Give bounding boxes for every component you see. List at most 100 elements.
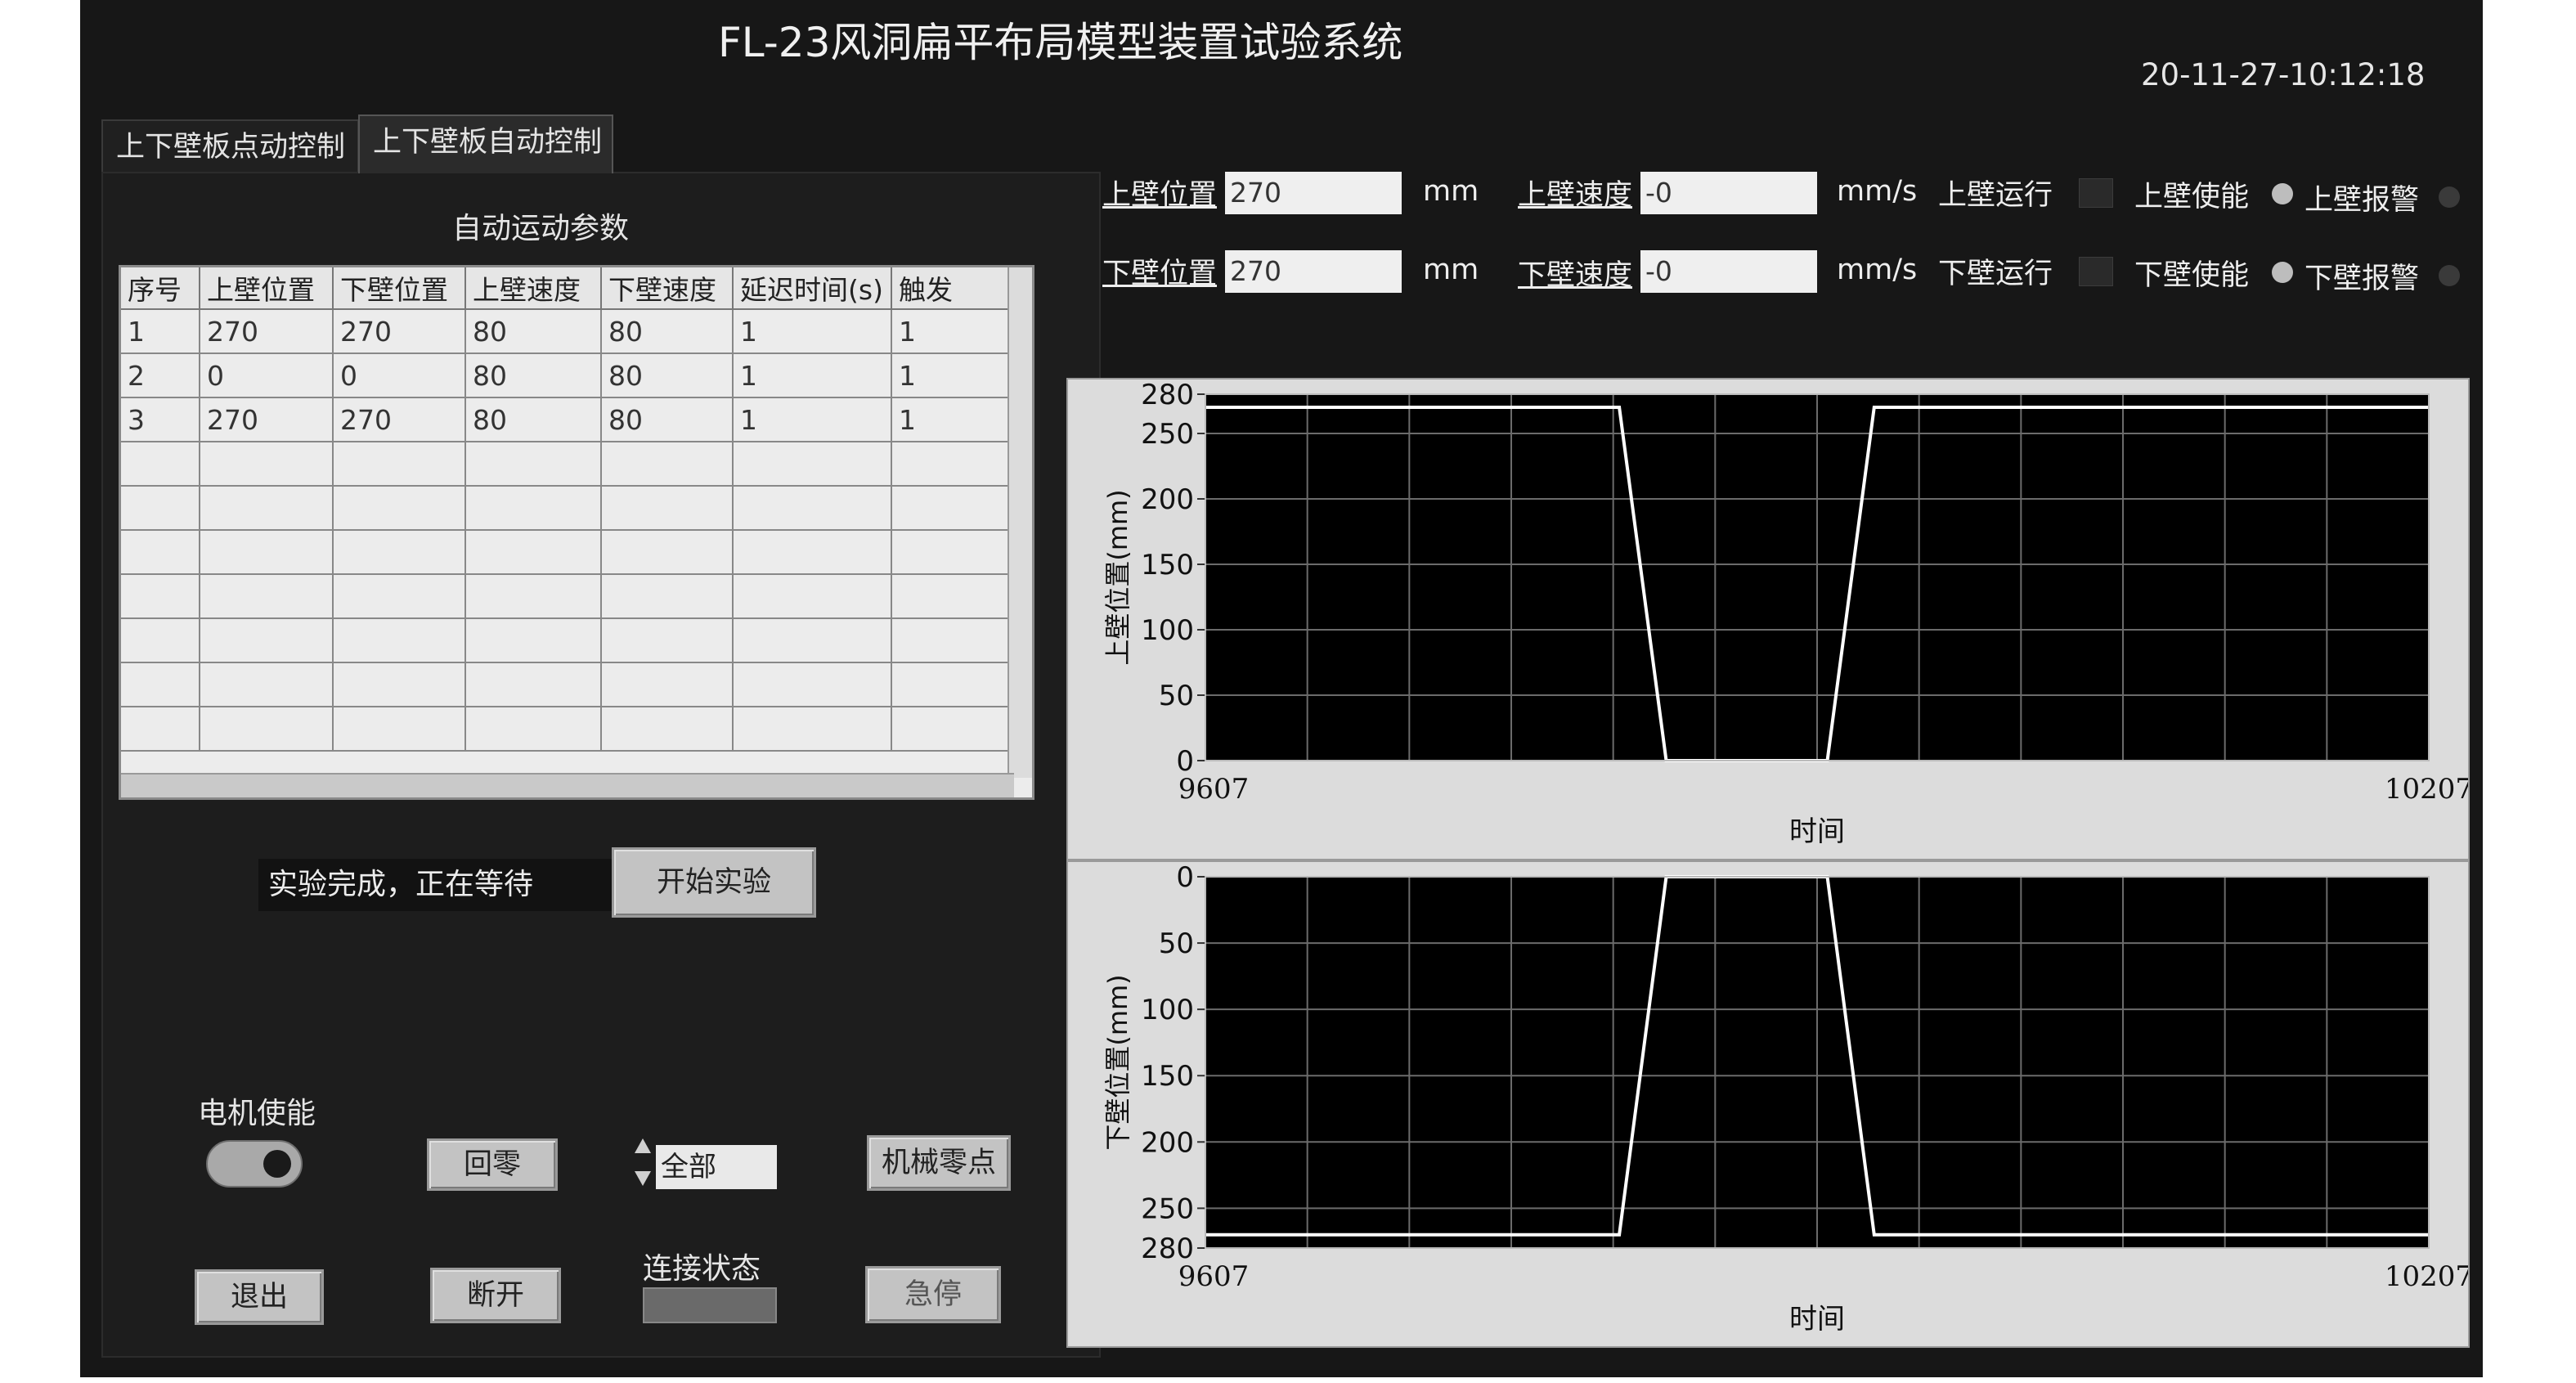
- disconnect-button[interactable]: 断开: [430, 1268, 561, 1323]
- home-button[interactable]: 回零: [427, 1138, 558, 1191]
- table-row[interactable]: [121, 662, 1015, 707]
- motor-enable-toggle[interactable]: [206, 1140, 303, 1188]
- table-row[interactable]: [121, 442, 1015, 487]
- upper-enable-label: 上壁使能: [2134, 181, 2250, 213]
- x-tick-label: 9607: [1178, 773, 1250, 806]
- auto-params-title: 自动运动参数: [452, 212, 630, 245]
- upper-pos-value: 270: [1225, 172, 1402, 214]
- axis-select[interactable]: 全部: [656, 1145, 777, 1189]
- exit-button[interactable]: 退出: [195, 1269, 324, 1325]
- table-cell[interactable]: 1: [733, 309, 892, 354]
- y-tick-label: 100: [1141, 614, 1194, 647]
- y-tick-label: 250: [1141, 1192, 1194, 1225]
- lower-speed-value: -0: [1640, 250, 1817, 293]
- upper-speed-unit: mm/s: [1837, 175, 1918, 208]
- upper-alarm-led: [2439, 186, 2460, 208]
- arrow-up-icon[interactable]: [635, 1138, 651, 1153]
- lower-speed-label: 下壁速度: [1518, 259, 1633, 292]
- table-cell[interactable]: 0: [333, 353, 466, 398]
- table-vertical-scrollbar[interactable]: [1008, 267, 1032, 778]
- table-cell[interactable]: 1: [121, 309, 200, 354]
- x-axis-label: 时间: [1789, 1303, 1845, 1336]
- axis-select-stepper[interactable]: [633, 1138, 651, 1192]
- x-tick-label: 10207: [2385, 773, 2468, 806]
- table-row[interactable]: 1 270 270 80 80 1 1: [121, 309, 1015, 354]
- lower-alarm-label: 下壁报警: [2304, 263, 2420, 295]
- table-cell[interactable]: 270: [200, 309, 334, 354]
- table-cell[interactable]: 1: [891, 309, 1015, 354]
- table-cell[interactable]: 270: [333, 309, 466, 354]
- app-screen: FL-23风洞扁平布局模型装置试验系统 20-11-27-10:12:18 上下…: [80, 0, 2483, 1377]
- table-row[interactable]: [121, 707, 1015, 752]
- table-row[interactable]: [121, 618, 1015, 663]
- y-tick-label: 150: [1141, 549, 1194, 581]
- table-row[interactable]: [121, 530, 1015, 575]
- lower-pos-value: 270: [1225, 250, 1402, 293]
- y-tick-label: 200: [1141, 1126, 1194, 1159]
- y-axis-label: 下壁位置(mm): [1102, 974, 1133, 1150]
- window-title: FL-23风洞扁平布局模型装置试验系统: [718, 19, 1403, 66]
- upper-run-led: [2079, 178, 2113, 208]
- lower-run-led: [2079, 257, 2113, 286]
- emergency-stop-button[interactable]: 急停: [865, 1266, 1001, 1323]
- table-cell[interactable]: 80: [465, 397, 602, 442]
- upper-speed-label: 上壁速度: [1518, 179, 1633, 212]
- chart-svg: 0501001502002502809607 10207时间上壁位置(mm): [1102, 379, 2468, 848]
- lower-position-chart: 280 250 200 150 100 50 0 9607 10207 时间 下壁位置(mm): [1066, 860, 2470, 1348]
- y-tick-label: 200: [1141, 483, 1194, 516]
- tab-auto-control[interactable]: 上下壁板自动控制: [358, 115, 613, 173]
- table-row[interactable]: [121, 574, 1015, 619]
- table-cell[interactable]: 3: [121, 397, 200, 442]
- column-header: 上壁位置: [200, 267, 334, 310]
- table-cell[interactable]: 270: [333, 397, 466, 442]
- arrow-down-icon[interactable]: [635, 1171, 651, 1186]
- table-cell[interactable]: 80: [465, 353, 602, 398]
- upper-speed-value: -0: [1640, 172, 1817, 214]
- table-cell[interactable]: 1: [891, 353, 1015, 398]
- upper-alarm-label: 上壁报警: [2304, 184, 2420, 217]
- y-tick-label: 250: [1141, 418, 1194, 451]
- toggle-knob: [263, 1150, 291, 1178]
- y-tick-label: 100: [1141, 994, 1194, 1026]
- y-tick-label: 0: [1176, 862, 1194, 894]
- connection-status-label: 连接状态: [643, 1252, 761, 1286]
- motor-enable-label: 电机使能: [198, 1097, 316, 1130]
- table-cell[interactable]: 1: [891, 397, 1015, 442]
- table-row[interactable]: 3 270 270 80 80 1 1: [121, 397, 1015, 442]
- datetime-display: 20-11-27-10:12:18: [2141, 57, 2426, 92]
- table-cell[interactable]: 2: [121, 353, 200, 398]
- experiment-status-text: 实验完成，正在等待: [258, 859, 659, 911]
- table-header-row: 序号 上壁位置 下壁位置 上壁速度 下壁速度 延迟时间(s) 触发: [121, 267, 1015, 310]
- y-tick-label: 50: [1159, 680, 1194, 712]
- mechanical-zero-button[interactable]: 机械零点: [867, 1135, 1011, 1191]
- table-cell[interactable]: 80: [601, 309, 734, 354]
- chart-svg: 2802502001501005009607 10207时间下壁位置(mm): [1102, 862, 2468, 1336]
- table-cell[interactable]: 1: [733, 397, 892, 442]
- x-axis-label: 时间: [1789, 815, 1845, 848]
- upper-enable-led: [2272, 183, 2293, 204]
- start-experiment-button[interactable]: 开始实验: [612, 847, 816, 918]
- column-header: 下壁位置: [333, 267, 466, 310]
- params-table[interactable]: 序号 上壁位置 下壁位置 上壁速度 下壁速度 延迟时间(s) 触发 1 270 …: [119, 265, 1034, 800]
- table-horizontal-scrollbar[interactable]: [121, 773, 1014, 797]
- lower-enable-led: [2272, 262, 2293, 283]
- table-cell[interactable]: 270: [200, 397, 334, 442]
- lower-pos-label: 下壁位置: [1102, 258, 1218, 290]
- x-tick-label: 9607: [1178, 1260, 1250, 1293]
- upper-run-label: 上壁运行: [1938, 179, 2053, 212]
- connection-status-indicator: [643, 1287, 777, 1323]
- lower-speed-unit: mm/s: [1837, 254, 1918, 286]
- table-row[interactable]: 2 0 0 80 80 1 1: [121, 353, 1015, 398]
- table-cell[interactable]: 80: [601, 353, 734, 398]
- table-cell[interactable]: 1: [733, 353, 892, 398]
- table-cell[interactable]: 80: [465, 309, 602, 354]
- table-row[interactable]: [121, 486, 1015, 531]
- table-cell[interactable]: 0: [200, 353, 334, 398]
- table-cell[interactable]: 80: [601, 397, 734, 442]
- lower-pos-unit: mm: [1423, 254, 1479, 286]
- lower-run-label: 下壁运行: [1938, 258, 2053, 290]
- tab-jog-control[interactable]: 上下壁板点动控制: [101, 119, 359, 172]
- upper-pos-unit: mm: [1423, 175, 1479, 208]
- upper-pos-label: 上壁位置: [1102, 179, 1218, 212]
- y-tick-label: 150: [1141, 1060, 1194, 1093]
